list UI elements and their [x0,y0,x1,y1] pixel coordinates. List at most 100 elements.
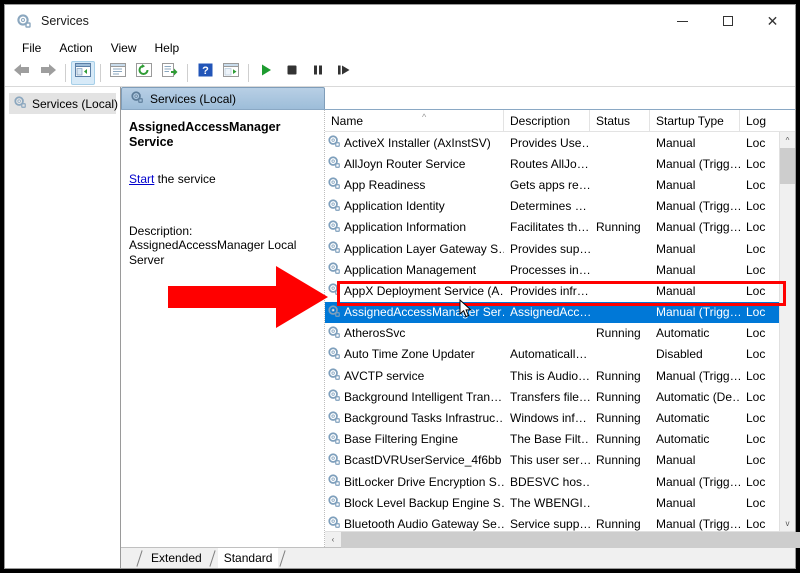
view-tabs: Extended Standard [121,547,795,568]
selected-service-title: AssignedAccessManager Service [129,120,281,149]
table-row[interactable]: Application Information Facilitates th… Ru… [325,217,795,238]
cell-name: BitLocker Drive Encryption S… [325,471,504,492]
cell-startup-type: Automatic [656,432,710,447]
horizontal-scroll-thumb[interactable] [341,531,800,548]
cell-startup-type: Manual [656,262,696,277]
scroll-left-button[interactable]: ‹ [325,532,341,548]
cell-name: Background Intelligent Tran… [325,386,504,407]
cell-name: AtherosSvc [325,323,504,344]
table-row[interactable]: Application Layer Gateway S… Provides sup… [325,238,795,259]
table-row[interactable]: AllJoyn Router Service Routes AllJo… Manua… [325,153,795,174]
services-gear-icon [327,219,341,236]
column-header-log-on-as[interactable]: Log [740,110,766,132]
horizontal-scrollbar[interactable]: ‹ › [325,531,800,548]
cell-name: Background Tasks Infrastruc… [325,407,504,428]
table-row[interactable]: BcastDVRUserService_4f6bb This user ser… R… [325,450,795,471]
table-row[interactable]: App Readiness Gets apps re… Manual Loc [325,174,795,195]
cell-log-on-as: Loc [746,347,766,362]
table-row[interactable]: Background Tasks Infrastruc… Windows inf…… [325,407,795,428]
menu-action[interactable]: Action [50,39,101,57]
service-name-label: AssignedAccessManager Ser… [344,305,504,320]
table-row[interactable]: AssignedAccessManager Ser… AssignedAcc… Ma… [325,301,795,323]
pane-tab-label: Services (Local) [150,91,237,106]
tab-standard[interactable]: Standard [217,548,279,568]
start-service-button[interactable] [254,61,278,85]
table-row[interactable]: AppX Deployment Service (A… Provides infr… [325,280,795,301]
arrow-left-icon [13,63,31,82]
export-list-button[interactable] [158,61,182,85]
vertical-scrollbar[interactable]: ^ v [779,132,795,531]
arrow-right-icon [39,63,57,82]
show-action-pane-button[interactable] [219,61,243,85]
refresh-button[interactable] [132,61,156,85]
table-row[interactable]: ActiveX Installer (AxInstSV) Provides Use… [325,132,795,153]
scroll-up-button[interactable]: ^ [780,132,795,148]
table-row[interactable]: Base Filtering Engine The Base Filt… Runni… [325,429,795,450]
action-pane-icon [223,63,239,82]
menu-help[interactable]: Help [146,39,189,57]
services-gear-icon [327,198,341,215]
cell-startup-type: Automatic [656,411,710,426]
console-tree-icon [75,63,91,82]
forward-button[interactable] [36,61,60,85]
pause-service-button[interactable] [306,61,330,85]
cell-description: Provides infr… [510,283,589,298]
table-row[interactable]: Auto Time Zone Updater Automaticall… Disab… [325,344,795,365]
stop-service-button[interactable] [280,61,304,85]
start-service-link[interactable]: Start [129,172,154,186]
cell-status [590,196,650,217]
column-header-description[interactable]: Description [504,110,590,132]
column-header-name[interactable]: Name ^ [325,110,504,132]
restart-service-button[interactable] [332,61,356,85]
cell-log-on-as: Loc [746,411,766,426]
show-hide-console-tree-button[interactable] [71,60,95,85]
properties-button[interactable] [106,61,130,85]
cell-status [590,153,650,174]
column-header-status[interactable]: Status [590,110,650,132]
cell-startup-type: Automatic (De… [656,389,740,404]
cell-description: Automaticall… [510,347,588,362]
maximize-button[interactable] [705,5,750,37]
sort-ascending-icon: ^ [422,112,427,122]
menu-bar: File Action View Help [5,37,795,59]
cell-status [590,280,650,301]
cell-name: Auto Time Zone Updater [325,344,504,365]
tree-item-services-local[interactable]: Services (Local) [9,93,118,114]
column-header-startup-type[interactable]: Startup Type [650,110,740,132]
close-button[interactable]: ✕ [750,5,795,37]
vertical-scroll-track[interactable] [780,148,795,515]
services-gear-icon [327,176,341,193]
table-row[interactable]: Application Identity Determines … Manual (… [325,196,795,217]
tab-extended[interactable]: Extended [145,548,208,568]
cell-description: This user ser… [510,453,590,468]
table-row[interactable]: Bluetooth Audio Gateway Se… Service supp…… [325,513,795,531]
cell-description: The Base Filt… [510,432,590,447]
table-row[interactable]: Block Level Backup Engine S… The WBENGI… M… [325,492,795,513]
table-row[interactable]: BitLocker Drive Encryption S… BDESVC hos…… [325,471,795,492]
menu-file[interactable]: File [13,39,50,57]
table-row[interactable]: AtherosSvc Running Automatic Loc [325,323,795,344]
services-gear-icon [327,473,341,490]
vertical-scroll-thumb[interactable] [780,148,795,184]
table-row[interactable]: Application Management Processes in… Manua… [325,259,795,280]
services-rows[interactable]: ActiveX Installer (AxInstSV) Provides Use… [325,132,795,531]
cell-status: Running [596,389,641,404]
back-button[interactable] [10,61,34,85]
cell-log-on-as: Loc [746,262,766,277]
help-button[interactable]: ? [193,61,217,85]
menu-view[interactable]: View [102,39,146,57]
services-gear-icon [15,12,33,30]
pane-tab-services-local[interactable]: Services (Local) [121,87,325,109]
table-row[interactable]: Background Intelligent Tran… Transfers fi… [325,386,795,407]
cell-name: Block Level Backup Engine S… [325,492,504,513]
minimize-button[interactable] [660,5,705,37]
scroll-down-button[interactable]: v [780,515,795,531]
cell-status [590,302,650,323]
services-gear-icon [327,240,341,257]
services-gear-icon [327,282,341,299]
cell-status: Running [596,220,641,235]
cell-description [504,323,590,344]
cell-startup-type: Manual (Trigg… [656,199,740,214]
horizontal-scroll-track[interactable] [341,531,800,548]
table-row[interactable]: AVCTP service This is Audio… Running Manual… [325,365,795,386]
